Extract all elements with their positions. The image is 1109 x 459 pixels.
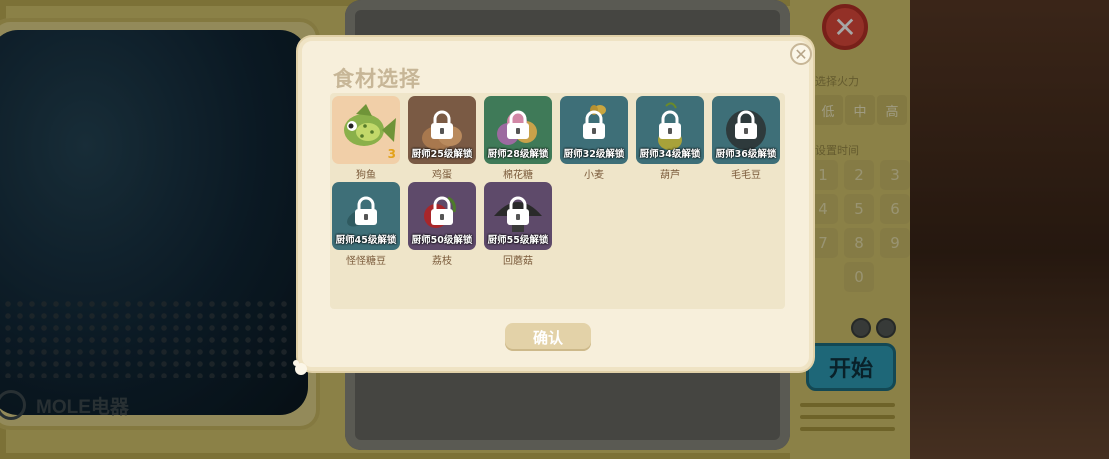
lock-icon [583, 110, 605, 139]
ingredient-tile[interactable]: 厨师34级解锁 [636, 96, 704, 164]
item-count: 3 [387, 147, 396, 161]
ingredient-item-egg[interactable]: 厨师25级解锁 鸡蛋 [408, 96, 476, 181]
item-name: 狗鱼 [356, 170, 376, 181]
ingredient-item-fish[interactable]: 3 狗鱼 [332, 96, 400, 181]
ingredient-grid: 3 狗鱼 厨师25级解锁 鸡蛋 厨师28级解锁 棉花糖 厨师32级解锁 小麦 厨… [330, 93, 785, 309]
lock-icon [355, 196, 377, 225]
lock-icon [659, 110, 681, 139]
unlock-text: 厨师32级解锁 [563, 149, 625, 160]
ingredient-tile[interactable]: 3 [332, 96, 400, 164]
ingredient-tile[interactable]: 厨师55级解锁 [484, 182, 552, 250]
ingredient-item-lychee[interactable]: 厨师50级解锁 荔枝 [408, 182, 476, 267]
lock-icon [431, 196, 453, 225]
unlock-text: 厨师55级解锁 [487, 235, 549, 246]
lock-icon [507, 110, 529, 139]
lock-icon [431, 110, 453, 139]
unlock-text: 厨师28级解锁 [487, 149, 549, 160]
item-name: 棉花糖 [503, 170, 533, 181]
ingredient-tile[interactable]: 厨师50级解锁 [408, 182, 476, 250]
ingredient-item-candy-bean[interactable]: 厨师45级解锁 怪怪糖豆 [332, 182, 400, 267]
paw-deco-icon [293, 360, 307, 375]
item-name: 回蘑菇 [503, 256, 533, 267]
ingredient-item-wheat[interactable]: 厨师32级解锁 小麦 [560, 96, 628, 181]
lock-icon [735, 110, 757, 139]
item-name: 小麦 [584, 170, 604, 181]
ingredient-item-marshmallow[interactable]: 厨师28级解锁 棉花糖 [484, 96, 552, 181]
ingredient-item-gourd[interactable]: 厨师34级解锁 葫芦 [636, 96, 704, 181]
ingredient-tile[interactable]: 厨师28级解锁 [484, 96, 552, 164]
dialog-close-button[interactable]: ✕ [790, 43, 812, 65]
ingredient-tile[interactable]: 厨师45级解锁 [332, 182, 400, 250]
confirm-button[interactable]: 确认 [505, 323, 591, 351]
unlock-text: 厨师34级解锁 [639, 149, 701, 160]
item-name: 鸡蛋 [432, 170, 452, 181]
item-name: 毛毛豆 [731, 170, 761, 181]
ingredient-dialog: 食材选择 ✕ 3 狗鱼 厨师25级解锁 鸡蛋 厨师28级解锁 棉花糖 厨师32级… [293, 37, 813, 375]
dialog-title: 食材选择 [333, 67, 421, 91]
unlock-text: 厨师50级解锁 [411, 235, 473, 246]
item-name: 荔枝 [432, 256, 452, 267]
unlock-text: 厨师45级解锁 [335, 235, 397, 246]
lock-icon [507, 196, 529, 225]
unlock-text: 厨师36级解锁 [715, 149, 777, 160]
unlock-text: 厨师25级解锁 [411, 149, 473, 160]
ingredient-tile[interactable]: 厨师32级解锁 [560, 96, 628, 164]
ingredient-item-edamame[interactable]: 厨师36级解锁 毛毛豆 [712, 96, 780, 181]
item-name: 葫芦 [660, 170, 680, 181]
item-name: 怪怪糖豆 [346, 256, 386, 267]
ingredient-item-mushroom[interactable]: 厨师55级解锁 回蘑菇 [484, 182, 552, 267]
ingredient-tile[interactable]: 厨师25级解锁 [408, 96, 476, 164]
ingredient-tile[interactable]: 厨师36级解锁 [712, 96, 780, 164]
